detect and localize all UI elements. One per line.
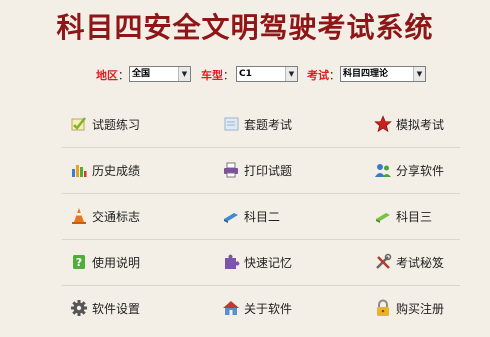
- menu-item-purchase-register[interactable]: 购买注册: [374, 298, 444, 318]
- menu-row: 历史成绩 打印试题 分享软件: [62, 148, 460, 194]
- home-icon: [223, 301, 239, 315]
- app-title: 科目四安全文明驾驶考试系统: [56, 11, 434, 44]
- menu-item-share[interactable]: 分享软件: [374, 160, 444, 180]
- chevron-down-icon: ▼: [413, 67, 425, 81]
- menu-item-history[interactable]: 历史成绩: [70, 160, 140, 180]
- menu-item-subject-two[interactable]: 科目二: [222, 206, 280, 226]
- menu-item-subject-three[interactable]: 科目三: [374, 206, 432, 226]
- chevron-down-icon: ▼: [285, 67, 297, 81]
- region-label: 地区：: [96, 69, 129, 82]
- vehicle-label: 车型：: [201, 69, 234, 82]
- users-icon: [375, 164, 391, 177]
- menu-item-instructions[interactable]: ? 使用说明: [70, 252, 140, 272]
- menu-item-about[interactable]: 关于软件: [222, 298, 292, 318]
- menu-item-quick-memory[interactable]: 快速记忆: [222, 252, 292, 272]
- bar-chart-icon: [72, 165, 87, 177]
- star-icon: [374, 115, 392, 133]
- filter-bar: 地区： 全国 ▼ 车型： C1 ▼ 考试： 科目四理论 ▼: [0, 66, 490, 84]
- check-pencil-icon: [71, 117, 86, 131]
- puzzle-icon: [225, 254, 240, 269]
- exam-label: 考试：: [307, 69, 340, 82]
- svg-text:?: ?: [76, 256, 82, 269]
- tools-icon: [376, 253, 392, 269]
- traffic-cone-icon: [72, 208, 86, 224]
- menu-grid: 试题练习 套题考试 模拟考试 历史成绩 打印试题 分享软件 交通标志 科目二 科…: [62, 102, 460, 331]
- menu-item-mock-exam[interactable]: 模拟考试: [374, 114, 444, 134]
- menu-item-settings[interactable]: 软件设置: [70, 298, 140, 318]
- menu-row: 软件设置 关于软件 购买注册: [62, 286, 460, 331]
- vehicle-select[interactable]: C1 ▼: [236, 66, 298, 82]
- menu-item-print[interactable]: 打印试题: [222, 160, 292, 180]
- help-book-icon: ?: [73, 255, 85, 269]
- exam-select[interactable]: 科目四理论 ▼: [340, 66, 426, 82]
- lock-icon: [377, 299, 389, 316]
- menu-row: 试题练习 套题考试 模拟考试: [62, 102, 460, 148]
- menu-item-practice[interactable]: 试题练习: [70, 114, 140, 134]
- gear-icon: [71, 300, 87, 316]
- chevron-down-icon: ▼: [178, 67, 190, 81]
- menu-row: 交通标志 科目二 科目三: [62, 194, 460, 240]
- blue-eraser-icon: [224, 213, 238, 223]
- region-select[interactable]: 全国 ▼: [129, 66, 191, 82]
- menu-row: ? 使用说明 快速记忆 考试秘笈: [62, 240, 460, 286]
- printer-icon: [224, 162, 238, 178]
- menu-item-traffic-signs[interactable]: 交通标志: [70, 206, 140, 226]
- green-eraser-icon: [376, 213, 390, 223]
- paper-icon: [224, 117, 239, 131]
- menu-item-exam-tips[interactable]: 考试秘笈: [374, 252, 444, 272]
- menu-item-set-exam[interactable]: 套题考试: [222, 114, 292, 134]
